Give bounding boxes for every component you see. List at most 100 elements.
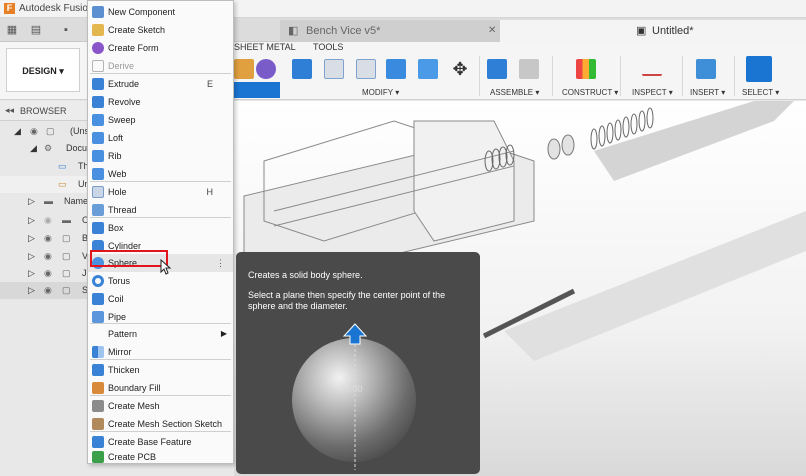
menu-item-shortcut: E: [206, 79, 213, 89]
menu-item-box[interactable]: Box: [88, 219, 233, 237]
menu-item-sweep[interactable]: Sweep: [88, 111, 233, 129]
chamfer-icon[interactable]: [356, 59, 376, 79]
menu-item-extrude[interactable]: Extrude E: [88, 75, 233, 93]
browser-title: BROWSER: [20, 106, 67, 116]
menu-item-pattern[interactable]: Pattern ▶: [88, 325, 233, 343]
menu-item-label: Extrude: [108, 79, 140, 89]
press-pull-icon[interactable]: [292, 59, 312, 79]
loft-icon: [92, 132, 104, 144]
expand-icon[interactable]: ▷: [28, 265, 35, 282]
joint-icon[interactable]: [519, 59, 539, 79]
grid-icon[interactable]: ▦: [6, 24, 18, 36]
tree-row-body-j[interactable]: ▷ ◉ ▢ J: [0, 265, 92, 282]
modify-menu[interactable]: MODIFY ▾: [362, 88, 399, 97]
select-icon[interactable]: [746, 56, 772, 82]
tree-row-body-b[interactable]: ▷ ◉ ▢ B: [0, 230, 92, 247]
tree-row-body-v[interactable]: ▷ ◉ ▢ V: [0, 248, 92, 265]
menu-item-label: Revolve: [108, 97, 141, 107]
menu-divider: [90, 217, 231, 218]
tree-row-units[interactable]: ▭ Uni: [0, 176, 92, 193]
tree-row-root[interactable]: ◢ ◉ ▢ (Uns: [0, 123, 92, 140]
sketch-icon: [92, 24, 104, 36]
rib-icon: [92, 150, 104, 162]
extrude-icon: [92, 78, 104, 90]
menu-item-label: Coil: [108, 294, 124, 304]
eye-icon[interactable]: ◉: [44, 282, 52, 299]
construct-menu[interactable]: CONSTRUCT ▾: [562, 88, 618, 97]
divider: [620, 56, 621, 96]
expand-icon[interactable]: ▷: [28, 282, 35, 299]
eye-icon[interactable]: ◉: [44, 212, 52, 229]
save-icon[interactable]: ▪: [60, 24, 72, 36]
tree-row-setting[interactable]: ▭ Thi: [0, 158, 92, 175]
divider: [682, 56, 683, 96]
expand-icon[interactable]: ▷: [28, 193, 35, 210]
expand-icon[interactable]: ▷: [28, 248, 35, 265]
close-icon[interactable]: ✕: [488, 25, 496, 36]
shell-icon[interactable]: [386, 59, 406, 79]
menu-item-revolve[interactable]: Revolve: [88, 93, 233, 111]
eye-icon[interactable]: ◉: [44, 248, 52, 265]
menu-item-create-pcb[interactable]: Create PCB: [88, 450, 233, 464]
tab-sheet-metal[interactable]: SHEET METAL: [234, 42, 296, 52]
expand-icon[interactable]: ▷: [28, 230, 35, 247]
tree-row-origin[interactable]: ▷ ◉ ▬ O: [0, 212, 92, 229]
sphere-tooltip: Creates a solid body sphere. Select a pl…: [236, 252, 480, 474]
insert-image-icon[interactable]: [696, 59, 716, 79]
menu-item-new-component[interactable]: New Component: [88, 3, 233, 21]
menu-item-label: Rib: [108, 151, 122, 161]
fillet-icon[interactable]: [324, 59, 344, 79]
new-component-icon[interactable]: [487, 59, 507, 79]
eye-icon[interactable]: ◉: [44, 265, 52, 282]
move-icon[interactable]: ✥: [450, 59, 470, 79]
measure-icon[interactable]: [642, 66, 662, 76]
component-icon: ▢: [62, 285, 71, 295]
combine-icon[interactable]: [418, 59, 438, 79]
menu-item-coil[interactable]: Coil: [88, 290, 233, 308]
expand-icon[interactable]: ◢: [14, 123, 21, 140]
base-feature-icon: [92, 436, 104, 448]
menu-item-loft[interactable]: Loft: [88, 129, 233, 147]
tab-untitled[interactable]: ▣ Untitled*: [500, 20, 806, 42]
create-group-indicator: [234, 82, 280, 98]
insert-menu[interactable]: INSERT ▾: [690, 88, 725, 97]
workspace-selector[interactable]: DESIGN ▾: [6, 48, 80, 92]
expand-icon[interactable]: ▷: [28, 212, 35, 229]
tree-row-label: J: [82, 268, 87, 278]
menu-item-create-mesh[interactable]: Create Mesh: [88, 397, 233, 415]
assemble-menu[interactable]: ASSEMBLE ▾: [490, 88, 539, 97]
eye-icon[interactable]: ◉: [44, 230, 52, 247]
diameter-arrow-icon: [342, 323, 368, 470]
expand-icon[interactable]: ◢: [30, 140, 37, 157]
create-form-tool-icon[interactable]: [256, 59, 276, 79]
tab-bench-vice[interactable]: ◧ Bench Vice v5*: [280, 20, 500, 42]
select-menu[interactable]: SELECT ▾: [742, 88, 779, 97]
thicken-icon: [92, 364, 104, 376]
create-tool-icon[interactable]: [234, 59, 254, 79]
tab-tools[interactable]: TOOLS: [313, 42, 343, 52]
more-options-icon[interactable]: ⋮: [216, 254, 225, 272]
menu-item-thicken[interactable]: Thicken: [88, 361, 233, 379]
offset-plane-icon[interactable]: [576, 59, 596, 79]
menu-item-create-sketch[interactable]: Create Sketch: [88, 21, 233, 39]
menu-item-hole[interactable]: Hole H: [88, 183, 233, 201]
menu-item-label: Create Mesh: [108, 401, 160, 411]
thread-icon: [92, 204, 104, 216]
menu-item-label: Hole: [108, 187, 127, 197]
menu-item-rib[interactable]: Rib: [88, 147, 233, 165]
folder-icon: ▬: [62, 215, 71, 225]
collapse-icon[interactable]: ◂◂: [5, 105, 14, 116]
tab-label: Untitled*: [652, 25, 694, 37]
sphere-highlight-frame: [90, 250, 168, 267]
menu-item-create-form[interactable]: Create Form: [88, 39, 233, 57]
menu-item-label: Create Sketch: [108, 25, 166, 35]
menu-item-create-base-feature[interactable]: Create Base Feature: [88, 433, 233, 451]
divider: [552, 56, 553, 96]
page-icon: ▭: [58, 179, 67, 189]
tree-row-body-s[interactable]: ▷ ◉ ▢ S: [0, 282, 92, 299]
inspect-menu[interactable]: INSPECT ▾: [632, 88, 673, 97]
eye-icon[interactable]: ◉: [30, 123, 38, 140]
tree-row-named-views[interactable]: ▷ ▬ Named: [0, 193, 92, 210]
tree-row-document-settings[interactable]: ◢ ⚙ Docume: [0, 140, 92, 157]
file-icon[interactable]: ▤: [30, 24, 42, 36]
